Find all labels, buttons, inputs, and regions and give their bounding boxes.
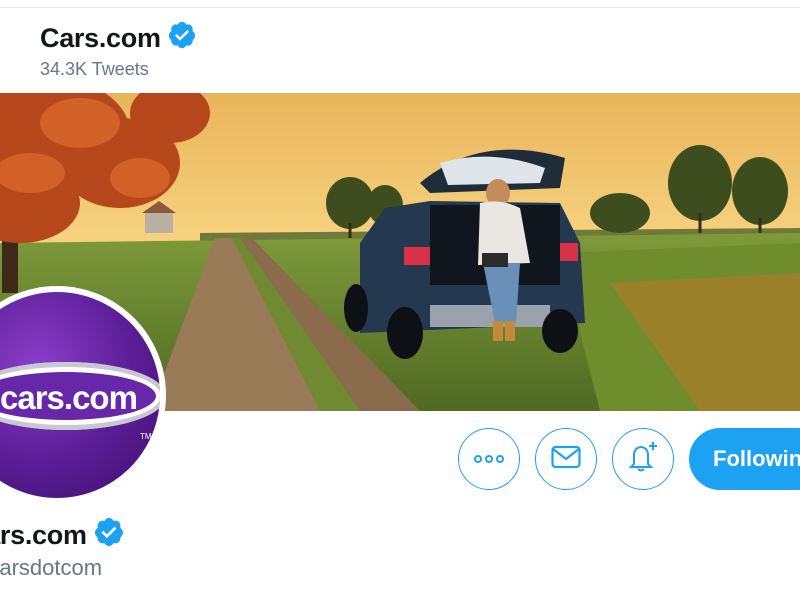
verified-badge-icon — [93, 516, 125, 553]
envelope-icon — [551, 445, 581, 474]
tweet-count: 34.3K Tweets — [40, 59, 149, 79]
header-account-name: Cars.com — [40, 22, 161, 53]
logo-text: cars.com — [0, 379, 138, 416]
profile-name-row: Cars.com — [0, 516, 300, 553]
verified-badge-icon — [167, 20, 197, 55]
avatar-logo: cars.com TM — [0, 292, 160, 498]
trademark-mark: TM — [140, 432, 152, 441]
profile-name: Cars.com — [0, 519, 87, 550]
profile-handle: @carsdotcom — [0, 555, 103, 580]
profile-info: Cars.com @carsdotcom — [0, 516, 300, 600]
following-button[interactable]: Following — [689, 428, 800, 490]
profile-page: Cars.com 34.3K Tweets cars.com TM Follow… — [0, 0, 800, 600]
bell-plus-icon — [626, 440, 660, 479]
notifications-button[interactable] — [612, 428, 674, 490]
divider — [0, 7, 800, 8]
message-button[interactable] — [535, 428, 597, 490]
more-button[interactable] — [458, 428, 520, 490]
profile-actions: Following — [458, 428, 800, 490]
header-name-row: Cars.com — [40, 20, 197, 55]
profile-header: Cars.com 34.3K Tweets — [40, 20, 197, 80]
more-icon — [474, 450, 504, 468]
